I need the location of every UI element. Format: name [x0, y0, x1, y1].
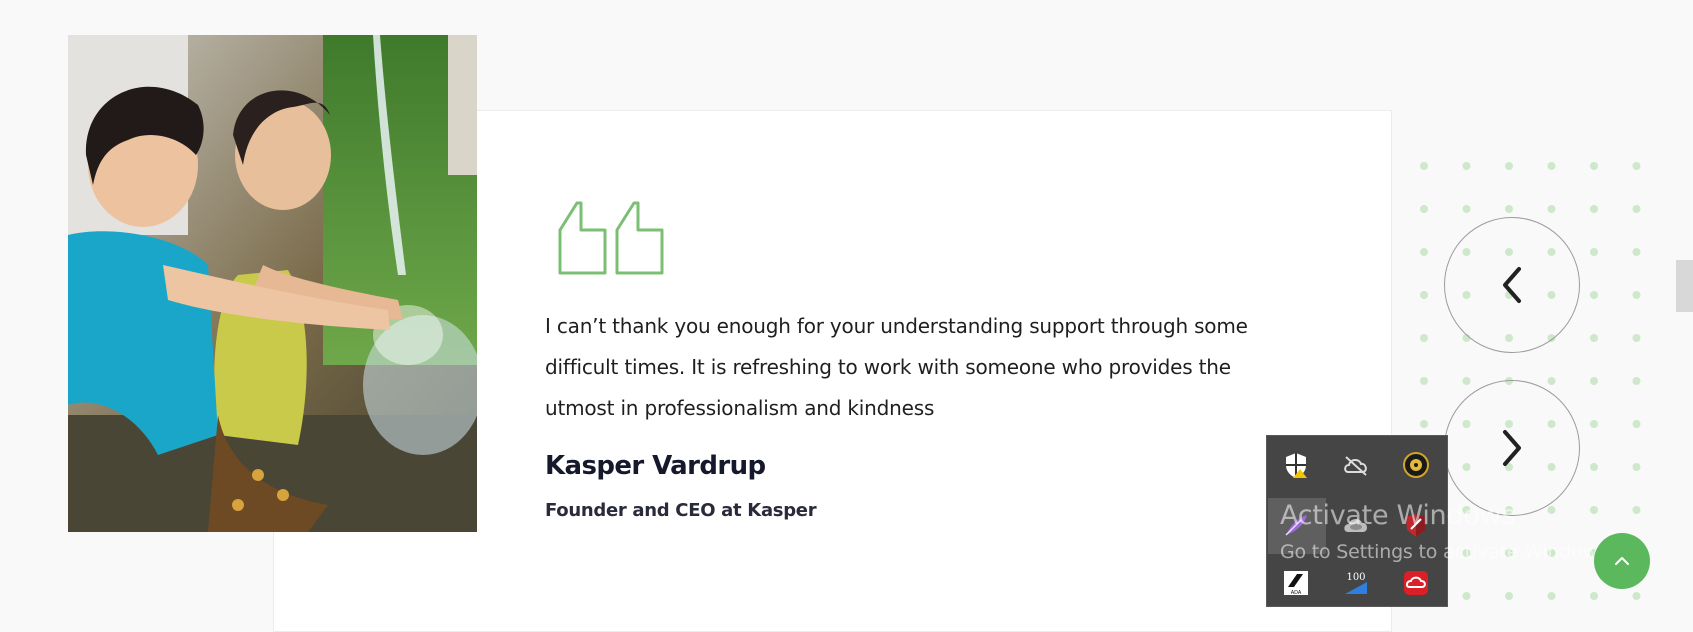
pattern-dot: [1462, 205, 1471, 213]
pattern-dot: [1420, 162, 1428, 170]
pattern-dot: [1632, 377, 1641, 385]
pattern-dot: [1590, 506, 1598, 514]
pattern-dot: [1590, 248, 1598, 256]
pattern-dot: [1505, 162, 1513, 170]
chevron-up-icon: [1615, 557, 1629, 565]
activate-windows-subtitle: Go to Settings to activate Windows.: [1280, 541, 1614, 563]
scrollbar-thumb[interactable]: [1676, 260, 1693, 312]
testimonial-quote: I can’t thank you enough for your unders…: [545, 314, 1248, 420]
battery-100-icon[interactable]: 100: [1341, 568, 1371, 598]
pattern-dot: [1462, 162, 1471, 170]
pattern-dot: [1547, 592, 1556, 600]
pattern-dot: [1462, 592, 1471, 600]
pattern-dot: [1590, 334, 1598, 342]
shield-warning-icon[interactable]: [1281, 450, 1311, 480]
quote-icon: [558, 201, 664, 275]
creative-cloud-icon[interactable]: [1401, 568, 1431, 598]
pattern-dot: [1505, 592, 1513, 600]
pattern-dot: [1590, 463, 1598, 471]
activate-windows-title: Activate Windows: [1280, 500, 1515, 531]
pattern-dot: [1590, 162, 1598, 170]
pattern-dot: [1420, 248, 1428, 256]
pattern-dot: [1632, 592, 1641, 600]
next-testimonial-button[interactable]: [1444, 380, 1580, 516]
scroll-to-top-button[interactable]: [1594, 533, 1650, 589]
pattern-dot: [1420, 334, 1428, 342]
pattern-dot: [1505, 205, 1513, 213]
battery-label: 100: [1346, 572, 1365, 583]
cloud-offline-icon[interactable]: [1341, 450, 1371, 480]
autodesk-icon[interactable]: ADA: [1281, 568, 1311, 598]
testimonial-role: Founder and CEO at Kasper: [545, 500, 817, 521]
pattern-dot: [1632, 248, 1641, 256]
speaker-icon[interactable]: [1401, 450, 1431, 480]
testimonial-author: Kasper Vardrup: [545, 451, 766, 481]
pattern-dot: [1590, 592, 1598, 600]
pattern-dot: [1547, 506, 1556, 514]
pattern-dot: [1547, 205, 1556, 213]
autodesk-label: ADA: [1291, 590, 1302, 596]
chevron-left-icon: [1503, 267, 1521, 303]
pattern-dot: [1590, 291, 1598, 299]
pattern-dot: [1632, 420, 1641, 428]
pattern-dot: [1547, 162, 1556, 170]
pattern-dot: [1420, 377, 1428, 385]
pattern-dot: [1632, 162, 1641, 170]
testimonial-photo: [68, 35, 477, 532]
prev-testimonial-button[interactable]: [1444, 217, 1580, 353]
pattern-dot: [1632, 506, 1641, 514]
pattern-dot: [1590, 377, 1598, 385]
pattern-dot: [1420, 291, 1428, 299]
pattern-dot: [1590, 205, 1598, 213]
pattern-dot: [1590, 420, 1598, 428]
pattern-dot: [1632, 463, 1641, 471]
chevron-right-icon: [1503, 430, 1521, 466]
pattern-dot: [1462, 377, 1471, 385]
pattern-dot: [1420, 420, 1428, 428]
pattern-dot: [1420, 205, 1428, 213]
pattern-dot: [1632, 334, 1641, 342]
pattern-dot: [1547, 377, 1556, 385]
pattern-dot: [1632, 205, 1641, 213]
pattern-dot: [1632, 291, 1641, 299]
